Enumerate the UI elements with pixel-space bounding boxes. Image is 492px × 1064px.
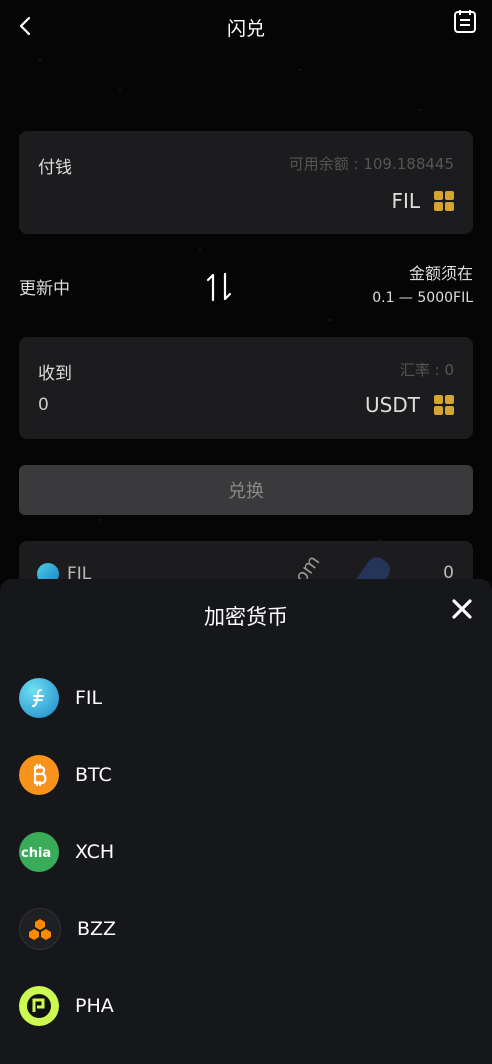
coin-option-bzz[interactable]: BZZ	[0, 890, 492, 967]
coin-name: PHA	[75, 994, 114, 1017]
limit-range: 0.1 — 5000FIL	[372, 290, 473, 306]
chia-icon: chia	[19, 831, 59, 872]
header: 闪兑	[0, 0, 492, 54]
update-status: 更新中	[19, 279, 70, 299]
close-icon[interactable]	[450, 597, 474, 621]
receive-card[interactable]: 收到 汇率 : 0 0 USDT	[19, 337, 473, 439]
limit-title: 金额须在	[408, 264, 473, 283]
available-balance: 可用余额 : 109.188445	[288, 155, 454, 173]
coin-name: FIL	[75, 686, 103, 709]
coin-option-fil[interactable]: FIL	[0, 659, 492, 736]
coin-list: FIL BTC chia XCH BZZ PHA	[0, 659, 492, 1044]
receive-label: 收到	[38, 364, 72, 384]
exchange-rate: 汇率 : 0	[399, 361, 454, 379]
btc-icon	[19, 754, 59, 795]
coin-name: XCH	[75, 840, 115, 863]
pay-label: 付钱	[38, 158, 72, 178]
grid-icon	[434, 191, 454, 211]
crypto-sheet: 加密货币 FIL BTC chia XCH BZZ PHA	[0, 579, 492, 1064]
exchange-button[interactable]: 兑换	[19, 465, 473, 515]
receive-coin-selector[interactable]: USDT	[365, 393, 454, 417]
record-icon[interactable]	[452, 8, 478, 34]
pay-coin-selector[interactable]: FIL	[391, 189, 454, 213]
pay-card[interactable]: 付钱 可用余额 : 109.188445 FIL	[19, 131, 473, 234]
pay-coin-name: FIL	[391, 189, 420, 213]
svg-text:chia: chia	[21, 846, 51, 861]
swap-icon[interactable]	[205, 270, 233, 304]
page-title: 闪兑	[226, 18, 265, 40]
coin-name: BZZ	[77, 917, 117, 940]
bzz-icon	[19, 907, 61, 950]
grid-icon	[434, 395, 454, 415]
coin-name: BTC	[75, 763, 112, 786]
sheet-title: 加密货币	[204, 605, 288, 629]
swap-info: 更新中 金额须在 0.1 — 5000FIL	[19, 260, 473, 320]
coin-option-pha[interactable]: PHA	[0, 967, 492, 1044]
fil-icon	[19, 677, 59, 718]
receive-amount: 0	[38, 395, 49, 415]
coin-option-btc[interactable]: BTC	[0, 736, 492, 813]
coin-option-xch[interactable]: chia XCH	[0, 813, 492, 890]
pha-icon	[19, 985, 59, 1026]
receive-coin-name: USDT	[365, 393, 420, 417]
